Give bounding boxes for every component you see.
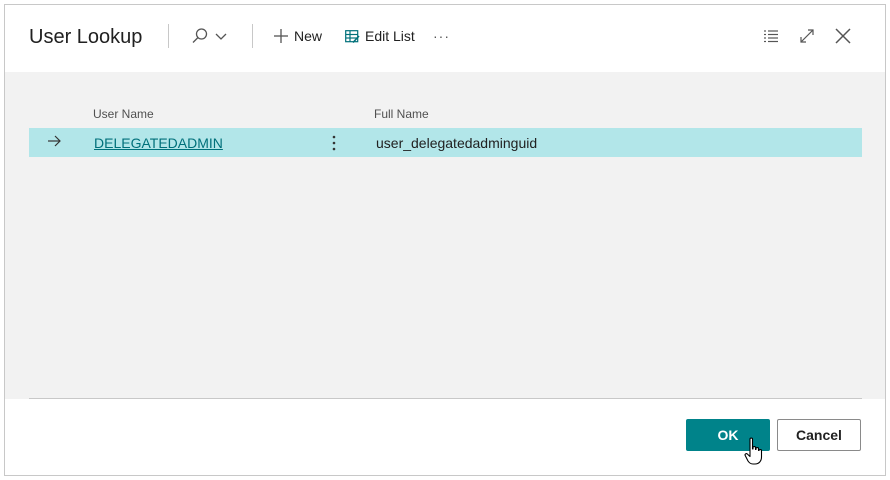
chevron-down-icon bbox=[215, 31, 227, 41]
toolbar-divider bbox=[168, 24, 169, 48]
expand-icon bbox=[799, 28, 815, 44]
more-options-button[interactable]: ··· bbox=[433, 23, 450, 49]
edit-list-icon bbox=[345, 29, 360, 44]
more-icon: ··· bbox=[433, 28, 450, 44]
arrow-right-icon bbox=[47, 134, 61, 153]
close-button[interactable] bbox=[835, 23, 851, 49]
search-button[interactable] bbox=[191, 23, 227, 49]
expand-button[interactable] bbox=[799, 23, 815, 49]
user-name-link[interactable]: DELEGATEDADMIN bbox=[94, 135, 223, 151]
toolbar-divider bbox=[252, 24, 253, 48]
hand-pointer-icon bbox=[744, 437, 764, 472]
list-icon bbox=[763, 29, 779, 43]
edit-list-button[interactable]: Edit List bbox=[345, 23, 415, 49]
column-header-full-name[interactable]: Full Name bbox=[374, 107, 429, 121]
cancel-button[interactable]: Cancel bbox=[777, 419, 861, 451]
close-icon bbox=[835, 28, 851, 44]
edit-list-label: Edit List bbox=[365, 28, 415, 44]
row-actions-icon[interactable] bbox=[329, 133, 339, 153]
column-header-user-name[interactable]: User Name bbox=[93, 107, 154, 121]
table-row[interactable]: DELEGATEDADMIN user_delegatedadminguid bbox=[29, 128, 862, 157]
plus-icon bbox=[273, 28, 289, 44]
list-view-button[interactable] bbox=[763, 23, 779, 49]
full-name-cell: user_delegatedadminguid bbox=[376, 135, 538, 151]
search-icon bbox=[191, 27, 209, 45]
dialog-header: User Lookup New Edit List ··· bbox=[5, 5, 885, 72]
page-title: User Lookup bbox=[29, 26, 143, 48]
user-lookup-dialog: User Lookup New Edit List ··· User Name … bbox=[4, 4, 886, 476]
new-button[interactable]: New bbox=[273, 23, 322, 49]
new-label: New bbox=[294, 28, 323, 44]
